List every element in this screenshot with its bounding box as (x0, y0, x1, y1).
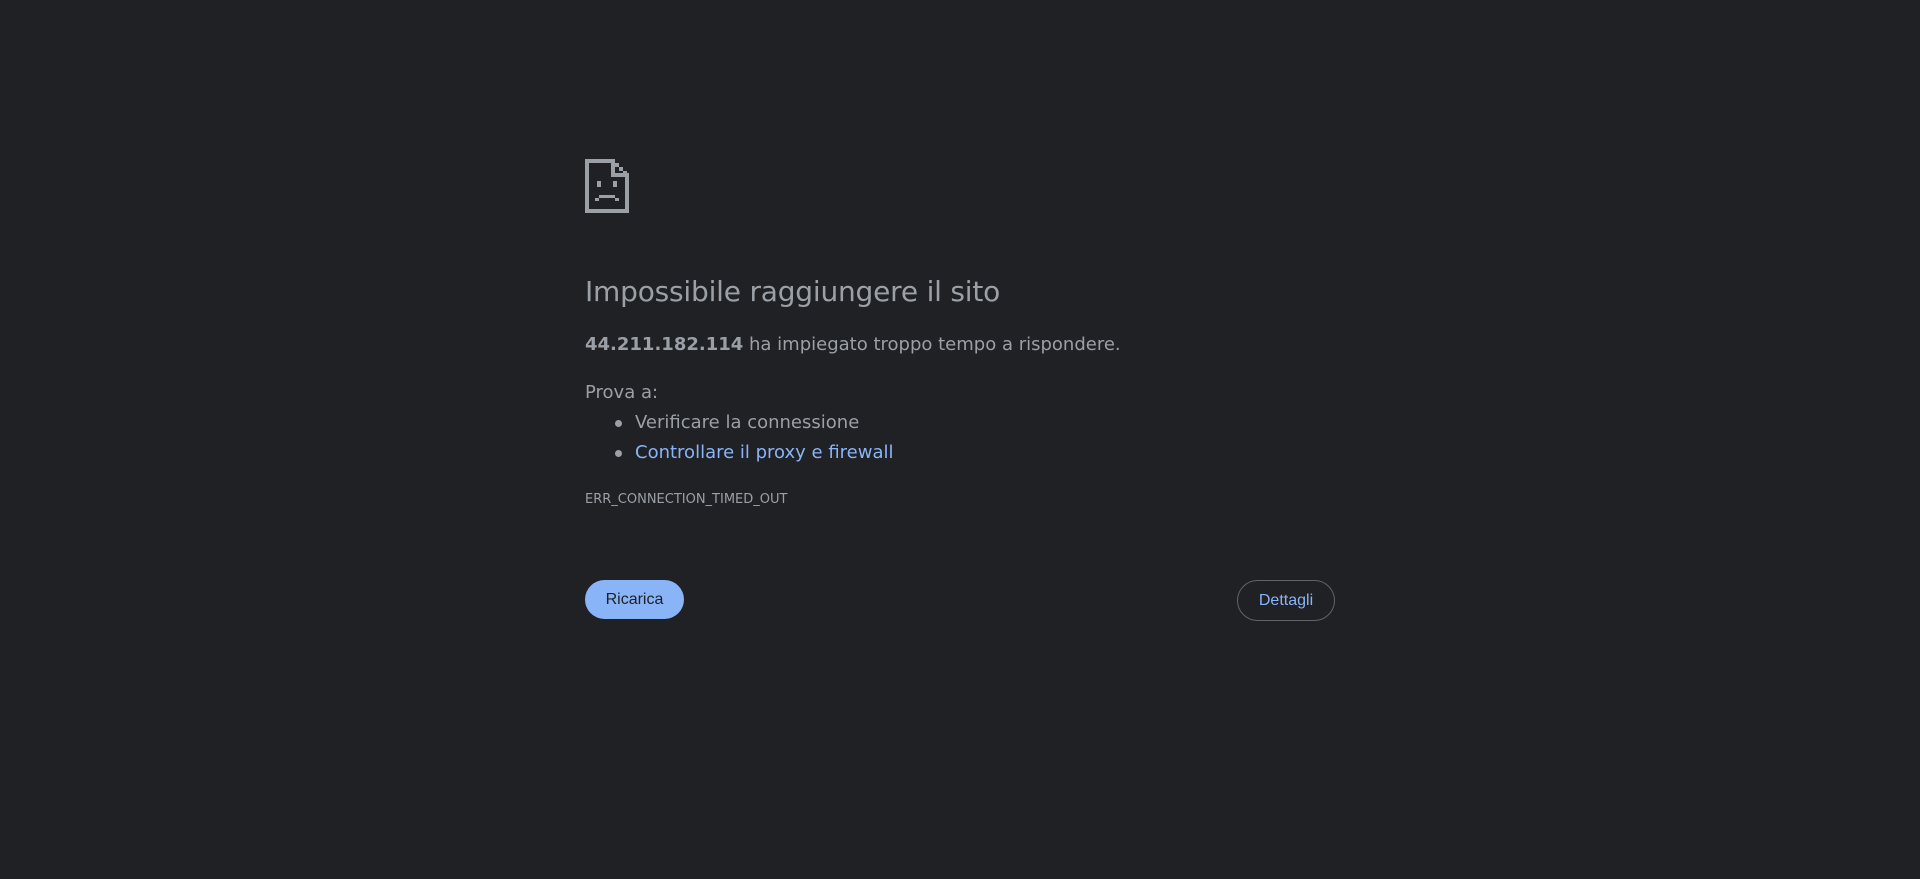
suggestions-list: Verificare la connessione Controllare il… (585, 408, 894, 468)
suggestion-check-proxy-firewall-link[interactable]: Controllare il proxy e firewall (635, 442, 894, 463)
error-title: Impossibile raggiungere il sito (585, 275, 1001, 308)
error-code: ERR_CONNECTION_TIMED_OUT (585, 492, 788, 507)
suggestion-item: Controllare il proxy e firewall (615, 438, 894, 468)
error-container: Impossibile raggiungere il sito 44.211.1… (585, 159, 1335, 621)
error-description: 44.211.182.114 ha impiegato troppo tempo… (585, 334, 1121, 355)
sad-document-icon (585, 159, 629, 213)
details-button[interactable]: Dettagli (1237, 580, 1335, 621)
suggestions-intro: Prova a: (585, 382, 659, 403)
suggestion-check-connection: Verificare la connessione (635, 412, 860, 433)
suggestion-item: Verificare la connessione (615, 408, 894, 438)
error-host: 44.211.182.114 (585, 334, 744, 355)
reload-button[interactable]: Ricarica (585, 580, 684, 619)
error-description-text: ha impiegato troppo tempo a rispondere. (743, 334, 1121, 355)
